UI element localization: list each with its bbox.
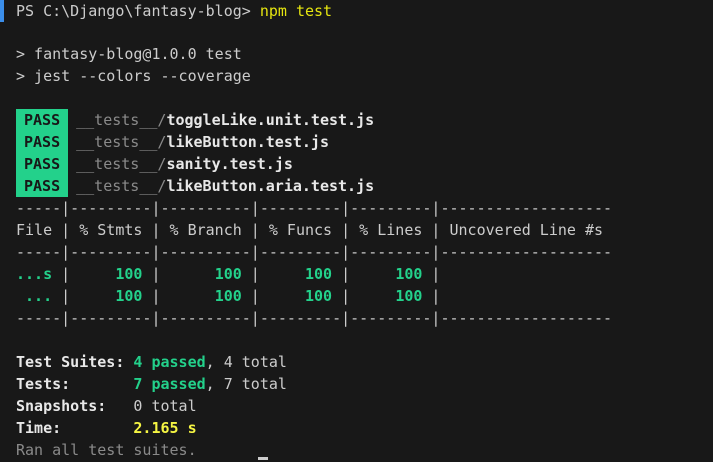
test-file: toggleLike.unit.test.js [166,111,375,129]
summary-label: Tests: [16,375,134,393]
command-text: npm test [259,2,333,20]
pass-badge: PASS [16,153,69,175]
coverage-separator: -----|---------|----------|---------|---… [16,243,613,261]
coverage-header: File | % Stmts | % Branch | % Funcs | % … [16,221,613,239]
coverage-branch: 100 [214,265,242,283]
summary-value: 0 total [133,397,197,415]
summary-label: Snapshots: [16,397,134,415]
test-result-row: PASS __tests__/sanity.test.js [16,153,293,175]
coverage-branch: 100 [214,287,242,305]
coverage-separator: -----|---------|----------|---------|---… [16,309,613,327]
script-line-2: > jest --colors --coverage [16,67,251,85]
prompt-marker [0,0,4,22]
test-dir: __tests__/ [76,177,167,195]
test-dir: __tests__/ [76,111,167,129]
summary-suites: Test Suites: 4 passed, 4 total [16,351,287,373]
coverage-file: ...s [16,265,53,283]
summary-label: Time: [16,419,134,437]
summary-tests: Tests: 7 passed, 7 total [16,373,287,395]
script-line-1: > fantasy-blog@1.0.0 test [16,45,242,63]
summary-passed: 7 passed [133,375,206,393]
summary-time-value: 2.165 s [133,419,197,437]
coverage-stmts: 100 [115,265,143,283]
test-result-row: PASS __tests__/likeButton.test.js [16,131,329,153]
test-result-row: PASS __tests__/toggleLike.unit.test.js [16,109,374,131]
test-file: likeButton.test.js [166,133,329,151]
terminal[interactable]: PS C:\Django\fantasy-blog> npm test > fa… [0,0,713,462]
pass-badge: PASS [16,175,69,197]
summary-label: Test Suites: [16,353,134,371]
summary-passed: 4 passed [133,353,206,371]
pass-badge: PASS [16,131,69,153]
text-cursor [258,457,268,460]
summary-snapshots: Snapshots: 0 total [16,395,197,417]
prompt-line: PS C:\Django\fantasy-blog> npm test [16,0,332,22]
pass-badge: PASS [16,109,69,131]
ran-all-message: Ran all test suites. [16,441,197,459]
coverage-lines: 100 [395,265,423,283]
coverage-row: ...s | 100 | 100 | 100 | 100 | [16,265,613,283]
test-result-row: PASS __tests__/likeButton.aria.test.js [16,175,374,197]
coverage-row: ... | 100 | 100 | 100 | 100 | [16,287,613,305]
coverage-lines: 100 [395,287,423,305]
coverage-separator: -----|---------|----------|---------|---… [16,199,613,217]
summary-time: Time: 2.165 s [16,417,197,439]
test-file: sanity.test.js [166,155,293,173]
test-dir: __tests__/ [76,133,167,151]
coverage-file: ... [16,287,53,305]
test-dir: __tests__/ [76,155,167,173]
coverage-stmts: 100 [115,287,143,305]
coverage-funcs: 100 [305,287,333,305]
coverage-funcs: 100 [305,265,333,283]
test-file: likeButton.aria.test.js [166,177,375,195]
summary-total: , 4 total [205,353,287,371]
summary-total: , 7 total [205,375,287,393]
prompt-text: PS C:\Django\fantasy-blog> [16,2,260,20]
